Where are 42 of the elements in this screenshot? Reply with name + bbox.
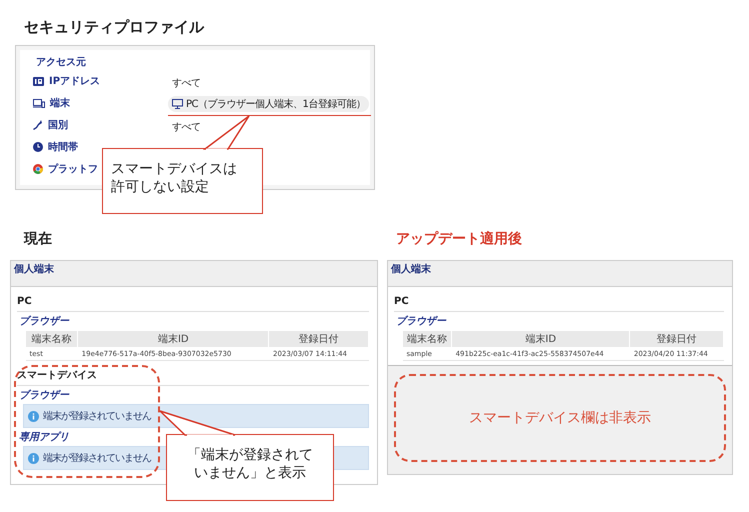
setting-label: 国別 (48, 118, 68, 132)
panel-title: 個人端末 (388, 261, 732, 287)
column-header: 端末ID (78, 330, 269, 348)
browser-icon (33, 164, 43, 174)
section-title: PC (394, 295, 724, 312)
callout-text: 「端末が登録されて (187, 446, 313, 464)
panel-title: 個人端末 (11, 261, 377, 287)
section-title: PC (17, 295, 369, 312)
value-text: すべて (172, 121, 200, 134)
column-header: 端末ID (452, 330, 630, 348)
callout-text: 許可しない設定 (111, 178, 209, 196)
devices-icon (33, 98, 45, 108)
info-icon (28, 452, 39, 464)
value-text: すべて (172, 77, 200, 90)
section-title: スマートデバイス (17, 369, 369, 386)
callout-text: スマートデバイスは (111, 160, 237, 178)
monitor-icon (172, 99, 183, 109)
section-heading: アクセス元 (36, 56, 86, 70)
map-icon (33, 120, 43, 130)
annotation-note: スマートデバイス欄は非表示 (394, 374, 726, 462)
value-text: PC（ブラウザー個人端末、1台登録可能） (186, 98, 366, 111)
group-title: ブラウザー (19, 316, 69, 328)
group-title: 専用アプリ (19, 432, 69, 444)
info-icon (28, 410, 39, 422)
column-header: 登録日付 (268, 330, 368, 348)
column-header: 登録日付 (630, 330, 724, 348)
column-heading: 現在 (24, 230, 52, 248)
message-text: 端末が登録されていません (43, 410, 151, 423)
clock-icon (33, 142, 43, 152)
ip-icon (33, 76, 44, 86)
group-title: ブラウザー (396, 316, 446, 328)
column-header: 端末名称 (402, 330, 452, 348)
page-title: セキュリティプロファイル (24, 17, 204, 38)
group-title: ブラウザー (19, 390, 69, 402)
message-text: 端末が登録されていません (43, 452, 151, 465)
setting-label: 端末 (50, 96, 70, 110)
setting-label: 時間帯 (48, 140, 78, 154)
callout-text: いません」と表示 (194, 464, 306, 482)
setting-label: プラットフ (48, 162, 98, 176)
setting-label: IPアドレス (49, 75, 100, 88)
column-heading: アップデート適用後 (396, 230, 522, 248)
column-header: 端末名称 (26, 330, 78, 348)
